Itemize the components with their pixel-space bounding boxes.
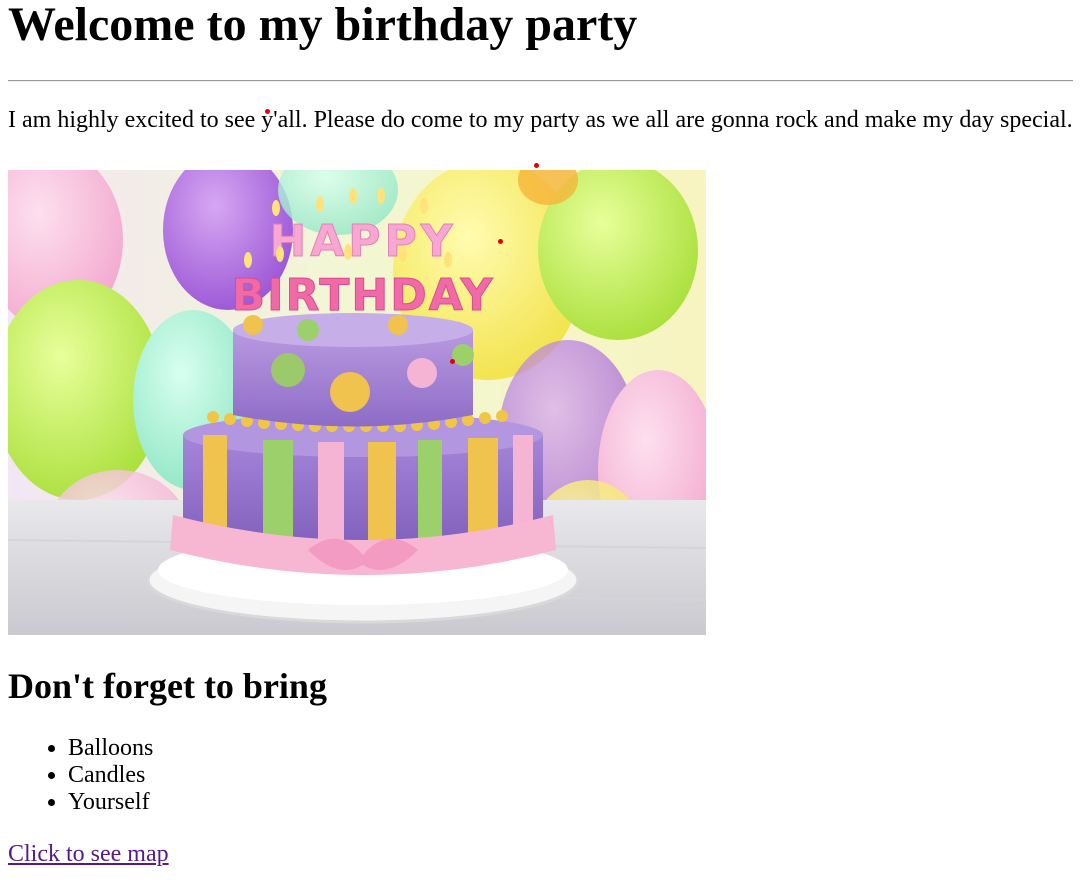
- cake-topper-line1: HAPPY: [269, 216, 456, 267]
- list-item: Yourself: [68, 789, 1073, 816]
- page-title: Welcome to my birthday party: [8, 0, 638, 51]
- marker-dot: [534, 163, 539, 168]
- list-item: Balloons: [68, 735, 1073, 762]
- cake-topper-line2: BIRTHDAY: [232, 270, 495, 321]
- title-divider: [8, 80, 1073, 82]
- marker-dot: [450, 359, 455, 364]
- bring-heading: Don't forget to bring: [8, 666, 327, 706]
- map-link[interactable]: Click to see map: [8, 840, 169, 868]
- marker-dot: [498, 239, 503, 244]
- bring-list: Balloons Candles Yourself: [8, 735, 1073, 816]
- intro-paragraph: I am highly excited to see y'all. Please…: [8, 107, 1073, 133]
- list-item: Candles: [68, 762, 1073, 789]
- page-content: Welcome to my birthday party I am highly…: [0, 0, 1081, 868]
- marker-dot: [265, 109, 270, 114]
- birthday-cake-image: HAPPY BIRTHDAY: [8, 170, 706, 635]
